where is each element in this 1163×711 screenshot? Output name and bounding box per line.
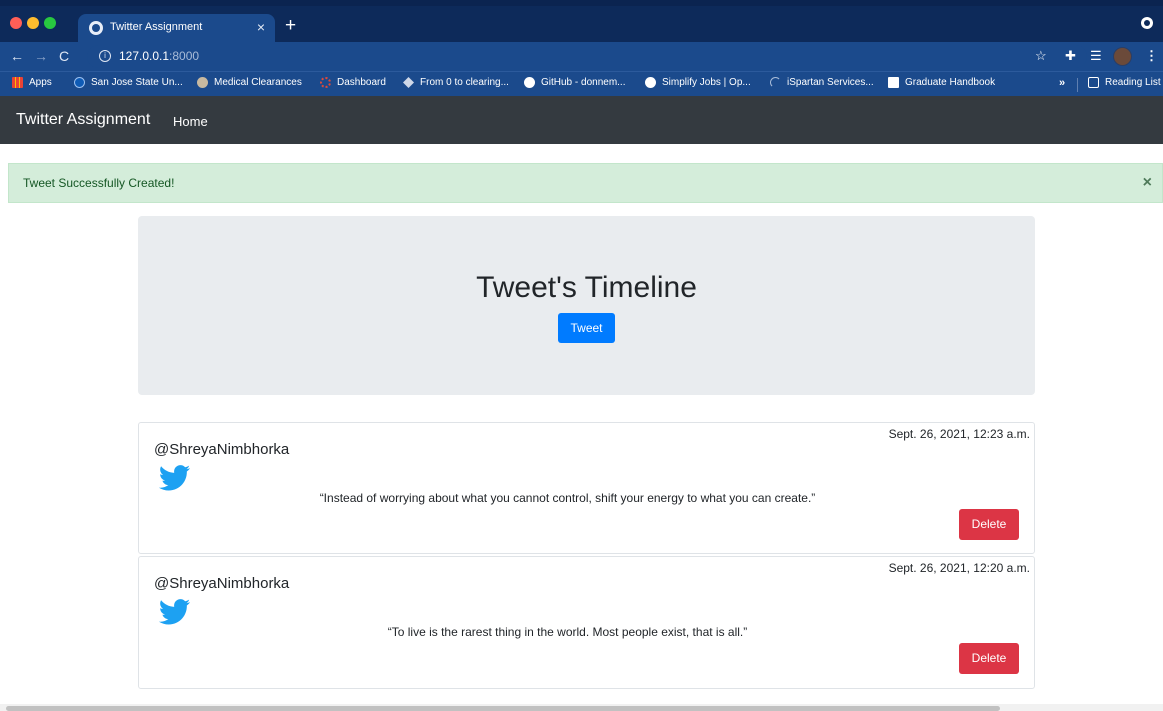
reload-icon[interactable]: C	[59, 47, 69, 65]
bookmarks-divider	[1077, 78, 1078, 92]
bookmark-label: Graduate Handbook	[905, 77, 996, 88]
tweet-timestamp: Sept. 26, 2021, 12:20 a.m.	[888, 561, 1030, 575]
tweet-username: @ShreyaNimbhorka	[154, 575, 290, 592]
site-info-icon[interactable]: i	[99, 50, 111, 62]
navbar-brand[interactable]: Twitter Assignment	[16, 111, 150, 129]
url-text[interactable]: 127.0.0.1:8000	[119, 49, 199, 63]
nav-link-home[interactable]: Home	[173, 114, 208, 129]
bookmark-label: From 0 to clearing...	[420, 77, 509, 88]
reading-list-icon	[1088, 77, 1099, 88]
bookmark-label: Simplify Jobs | Op...	[662, 77, 751, 88]
bookmarks-overflow-button[interactable]: »	[1059, 77, 1065, 89]
extensions-puzzle-icon[interactable]: ✚	[1065, 47, 1076, 65]
globe-icon	[89, 21, 103, 35]
alert-message: Tweet Successfully Created!	[23, 176, 175, 190]
forward-arrow-icon[interactable]: →	[34, 47, 48, 65]
sjsu-icon	[74, 77, 85, 88]
browser-toolbar: ← → C i 127.0.0.1:8000 ☆ ✚ ☰ ⋮	[0, 42, 1163, 71]
simplify-icon	[645, 77, 656, 88]
success-alert: Tweet Successfully Created! ×	[8, 163, 1163, 203]
github-icon	[524, 77, 535, 88]
diamond-icon	[403, 77, 414, 88]
apps-grid-icon	[12, 77, 23, 88]
twitter-bird-icon	[159, 599, 191, 625]
bookmark-star-icon[interactable]: ☆	[1035, 47, 1047, 65]
reading-list-button[interactable]: Reading List	[1088, 77, 1161, 88]
tab-twitter-assignment[interactable]: Twitter Assignment ×	[78, 14, 275, 42]
horizontal-scrollbar-thumb[interactable]	[6, 706, 1000, 711]
tweet-text: “To live is the rarest thing in the worl…	[387, 625, 748, 639]
site-navbar: Twitter Assignment Home	[0, 96, 1163, 144]
page-title: Tweet's Timeline	[476, 271, 697, 304]
tweet-button[interactable]: Tweet	[558, 313, 615, 343]
bookmark-label: iSpartan Services...	[787, 77, 874, 88]
back-arrow-icon[interactable]: ←	[10, 47, 24, 65]
url-host: 127.0.0.1	[119, 49, 170, 63]
window-top-edge	[0, 0, 1163, 6]
bookmark-sjsu[interactable]: San Jose State Un...	[74, 77, 183, 88]
bookmark-label: Medical Clearances	[214, 77, 302, 88]
address-bar[interactable]: i 127.0.0.1:8000	[87, 45, 1087, 68]
ispartan-icon	[770, 77, 781, 88]
bookmark-github[interactable]: GitHub - donnem...	[524, 77, 625, 88]
bookmark-simplify[interactable]: Simplify Jobs | Op...	[645, 77, 751, 88]
tab-strip: Twitter Assignment × +	[0, 0, 1163, 42]
profile-avatar-icon[interactable]	[1113, 47, 1132, 66]
close-icon[interactable]: ×	[1143, 174, 1152, 192]
bookmark-label: Dashboard	[337, 77, 386, 88]
reading-list-label: Reading List	[1105, 77, 1161, 88]
tab-title: Twitter Assignment	[110, 21, 203, 33]
bookmark-label: San Jose State Un...	[91, 77, 183, 88]
bookmark-medical[interactable]: Medical Clearances	[197, 77, 302, 88]
bookmark-graduate-handbook[interactable]: Graduate Handbook	[888, 77, 995, 88]
bookmark-dashboard[interactable]: Dashboard	[320, 77, 386, 88]
bookmark-label: GitHub - donnem...	[541, 77, 626, 88]
bookmark-apps[interactable]: Apps	[12, 77, 52, 88]
bookmark-label: Apps	[29, 77, 52, 88]
new-tab-button[interactable]: +	[285, 16, 296, 36]
twitter-bird-icon	[159, 465, 191, 491]
handbook-icon	[888, 77, 899, 88]
tweet-card: Sept. 26, 2021, 12:23 a.m. @ShreyaNimbho…	[138, 422, 1035, 554]
close-tab-icon[interactable]: ×	[257, 19, 265, 35]
reading-mode-icon[interactable]: ☰	[1090, 47, 1102, 65]
delete-button[interactable]: Delete	[959, 509, 1019, 540]
bookmark-ispartan[interactable]: iSpartan Services...	[770, 77, 874, 88]
timeline-header: Tweet's Timeline Tweet	[138, 216, 1035, 395]
dashboard-icon	[320, 77, 331, 88]
profile-dropdown-icon[interactable]	[1141, 17, 1153, 29]
medical-icon	[197, 77, 208, 88]
bookmark-from-zero[interactable]: From 0 to clearing...	[403, 77, 509, 88]
bookmarks-bar: Apps San Jose State Un... Medical Cleara…	[0, 71, 1163, 96]
tweet-username: @ShreyaNimbhorka	[154, 441, 290, 458]
delete-button[interactable]: Delete	[959, 643, 1019, 674]
kebab-menu-icon[interactable]: ⋮	[1145, 47, 1158, 65]
url-port: :8000	[169, 49, 200, 63]
tweet-timestamp: Sept. 26, 2021, 12:23 a.m.	[888, 427, 1030, 441]
minimize-window-button[interactable]	[27, 17, 39, 29]
maximize-window-button[interactable]	[44, 17, 56, 29]
tweet-card: Sept. 26, 2021, 12:20 a.m. @ShreyaNimbho…	[138, 556, 1035, 689]
tweet-text: “Instead of worrying about what you cann…	[319, 491, 816, 505]
close-window-button[interactable]	[10, 17, 22, 29]
browser-window: Twitter Assignment × + ← → C i 127.0.0.1…	[0, 0, 1163, 711]
